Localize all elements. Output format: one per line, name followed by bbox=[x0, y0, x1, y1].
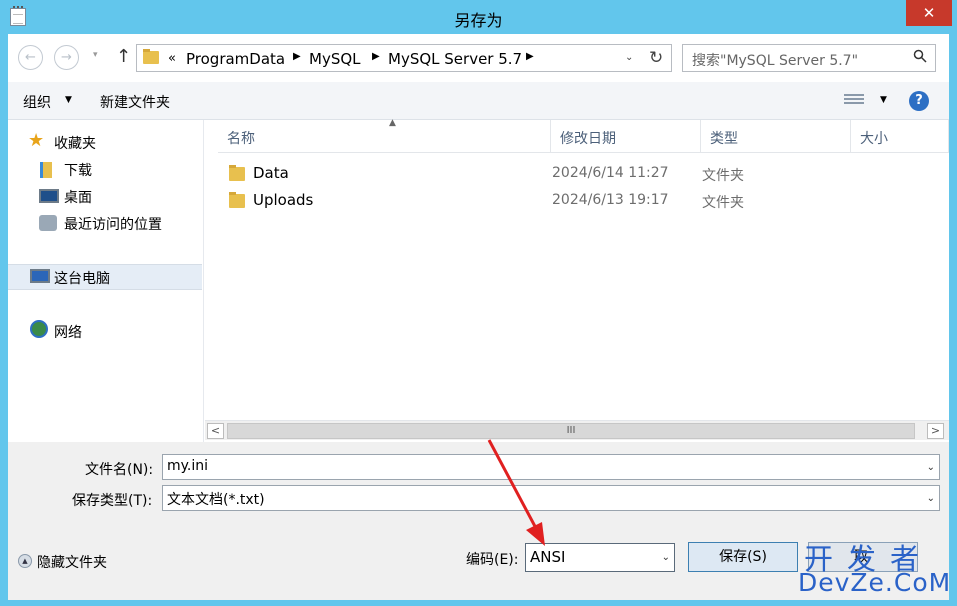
up-button[interactable]: ↑ bbox=[116, 46, 131, 67]
desktop-icon bbox=[39, 189, 59, 203]
search-input[interactable]: 搜索"MySQL Server 5.7" bbox=[682, 44, 936, 72]
navigation-pane: ★ 收藏夹 下载 桌面 最近访问的位置 这台电脑 网络 bbox=[8, 120, 204, 442]
organize-button[interactable]: 组织 bbox=[23, 92, 51, 112]
chevron-down-icon[interactable]: ⌄ bbox=[927, 462, 935, 473]
save-as-dialog: 另存为 ✕ ← → ▾ ↑ « ProgramData ▶ MySQL ▶ My… bbox=[0, 0, 957, 606]
sidebar-item-network[interactable]: 网络 bbox=[54, 322, 82, 342]
help-icon[interactable]: ? bbox=[909, 91, 929, 111]
breadcrumb-mysql[interactable]: MySQL bbox=[309, 50, 361, 68]
column-header-name[interactable]: ▲ 名称 bbox=[218, 118, 551, 153]
file-type: 文件夹 bbox=[702, 168, 744, 184]
chevron-down-icon[interactable]: ⌄ bbox=[662, 552, 670, 563]
file-type: 文件夹 bbox=[702, 195, 744, 211]
sidebar-item-this-pc[interactable]: 这台电脑 bbox=[54, 268, 110, 288]
encoding-select[interactable]: ANSI ⌄ bbox=[525, 543, 675, 572]
folder-icon bbox=[229, 165, 245, 181]
star-icon: ★ bbox=[28, 130, 45, 151]
filename-field[interactable]: my.ini ⌄ bbox=[162, 454, 940, 480]
address-bar[interactable]: « ProgramData ▶ MySQL ▶ MySQL Server 5.7… bbox=[136, 44, 672, 72]
sidebar-item-downloads[interactable]: 下载 bbox=[64, 160, 92, 180]
scroll-left-button[interactable]: < bbox=[207, 423, 224, 439]
back-button[interactable]: ← bbox=[18, 45, 43, 70]
sidebar-item-recent[interactable]: 最近访问的位置 bbox=[64, 214, 162, 234]
file-list: ▲ 名称 修改日期 类型 大小 Data 2024/6/14 11:27 文件夹… bbox=[205, 118, 949, 420]
chevron-down-icon[interactable]: ⌄ bbox=[927, 493, 935, 504]
forward-button[interactable]: → bbox=[54, 45, 79, 70]
network-icon bbox=[30, 320, 48, 338]
scroll-right-button[interactable]: > bbox=[927, 423, 944, 439]
title-bar[interactable]: 另存为 ✕ bbox=[0, 0, 957, 34]
filename-value: my.ini bbox=[167, 458, 209, 474]
watermark-logo: 开发者 DevZe.CoM bbox=[798, 536, 954, 602]
downloads-icon bbox=[40, 162, 52, 178]
recent-places-icon bbox=[39, 215, 57, 231]
filetype-select[interactable]: 文本文档(*.txt) ⌄ bbox=[162, 485, 940, 511]
column-header-date[interactable]: 修改日期 bbox=[551, 120, 701, 153]
folder-icon bbox=[143, 49, 159, 64]
recent-locations-dropdown[interactable]: ▾ bbox=[93, 50, 98, 60]
encoding-label: 编码(E): bbox=[466, 552, 519, 568]
scroll-thumb[interactable]: III bbox=[227, 423, 915, 439]
command-toolbar: 组织 ▼ 新建文件夹 ▼ ? bbox=[8, 82, 949, 120]
column-header-type[interactable]: 类型 bbox=[701, 120, 851, 153]
breadcrumb-separator-icon[interactable]: ▶ bbox=[293, 51, 301, 62]
breadcrumb-programdata[interactable]: ProgramData bbox=[186, 50, 285, 68]
organize-dropdown-icon[interactable]: ▼ bbox=[65, 95, 72, 105]
collapse-icon[interactable]: ▲ bbox=[18, 554, 32, 568]
encoding-value: ANSI bbox=[530, 548, 566, 566]
filetype-value: 文本文档(*.txt) bbox=[167, 492, 265, 508]
view-options-icon[interactable] bbox=[844, 92, 864, 108]
sidebar-item-favorites[interactable]: 收藏夹 bbox=[54, 133, 96, 153]
horizontal-scrollbar[interactable]: < III > bbox=[205, 420, 949, 440]
window-title: 另存为 bbox=[454, 11, 503, 30]
hide-folders-button[interactable]: 隐藏文件夹 bbox=[37, 552, 107, 572]
watermark-line2: DevZe.CoM bbox=[798, 568, 952, 597]
search-icon[interactable] bbox=[913, 49, 927, 63]
file-date: 2024/6/14 11:27 bbox=[552, 165, 669, 181]
filename-label: 文件名(N): bbox=[85, 462, 154, 478]
refresh-icon[interactable]: ↻ bbox=[649, 48, 663, 68]
sort-ascending-icon: ▲ bbox=[389, 118, 396, 128]
file-date: 2024/6/13 19:17 bbox=[552, 192, 669, 208]
search-placeholder: 搜索"MySQL Server 5.7" bbox=[692, 53, 859, 69]
file-name[interactable]: Data bbox=[253, 164, 289, 182]
folder-icon bbox=[229, 192, 245, 208]
view-dropdown-icon[interactable]: ▼ bbox=[880, 95, 887, 105]
save-button[interactable]: 保存(S) bbox=[688, 542, 798, 572]
filetype-label: 保存类型(T): bbox=[72, 493, 153, 509]
breadcrumb-overflow[interactable]: « bbox=[168, 51, 176, 66]
sidebar-item-desktop[interactable]: 桌面 bbox=[64, 187, 92, 207]
breadcrumb-separator-icon[interactable]: ▶ bbox=[372, 51, 380, 62]
breadcrumb-separator-icon[interactable]: ▶ bbox=[526, 51, 534, 62]
close-button[interactable]: ✕ bbox=[906, 0, 952, 26]
address-row: ← → ▾ ↑ « ProgramData ▶ MySQL ▶ MySQL Se… bbox=[8, 34, 949, 82]
breadcrumb-mysql-server[interactable]: MySQL Server 5.7 bbox=[388, 50, 522, 68]
column-header-size[interactable]: 大小 bbox=[851, 120, 949, 153]
address-dropdown-icon[interactable]: ⌄ bbox=[625, 52, 633, 63]
computer-icon bbox=[30, 269, 50, 283]
new-folder-button[interactable]: 新建文件夹 bbox=[100, 92, 170, 112]
file-name[interactable]: Uploads bbox=[253, 191, 313, 209]
dialog-client: ← → ▾ ↑ « ProgramData ▶ MySQL ▶ MySQL Se… bbox=[8, 34, 949, 600]
